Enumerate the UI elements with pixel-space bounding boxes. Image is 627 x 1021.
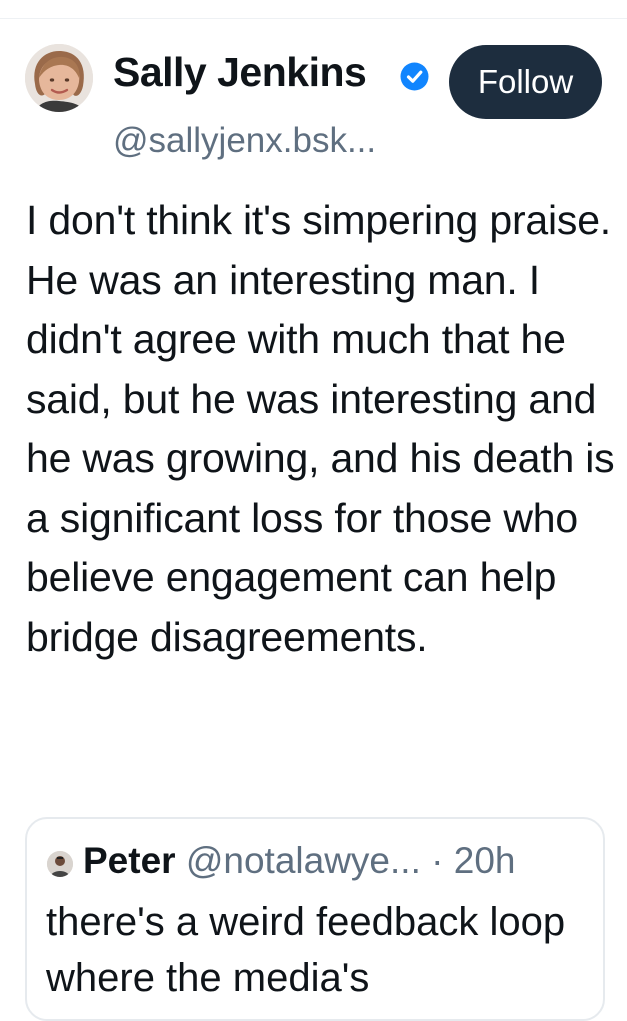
quote-author-handle[interactable]: @notalawye... [186, 840, 421, 881]
verified-badge-icon [400, 62, 429, 91]
quote-timestamp[interactable]: 20h [454, 840, 516, 881]
post-text: I don't think it's simpering praise. He … [26, 197, 615, 660]
author-display-name[interactable]: Sally Jenkins [113, 48, 367, 97]
quote-author-name[interactable]: Peter [83, 840, 176, 881]
author-handle[interactable]: @sallyjenx.bsk... [113, 120, 376, 162]
author-avatar[interactable] [25, 44, 93, 112]
follow-button[interactable]: Follow [449, 45, 602, 119]
post[interactable]: Sally Jenkins @sallyjenx.bsk... Follow I… [0, 0, 627, 1021]
quoted-post[interactable]: Peter @notalawye... · 20h there's a weir… [25, 817, 605, 1021]
quote-text: there's a weird feedback loop where the … [46, 900, 566, 1000]
quote-separator: · [431, 840, 444, 881]
quote-header: Peter @notalawye... · 20h [83, 839, 515, 883]
quote-author-avatar [47, 851, 73, 877]
